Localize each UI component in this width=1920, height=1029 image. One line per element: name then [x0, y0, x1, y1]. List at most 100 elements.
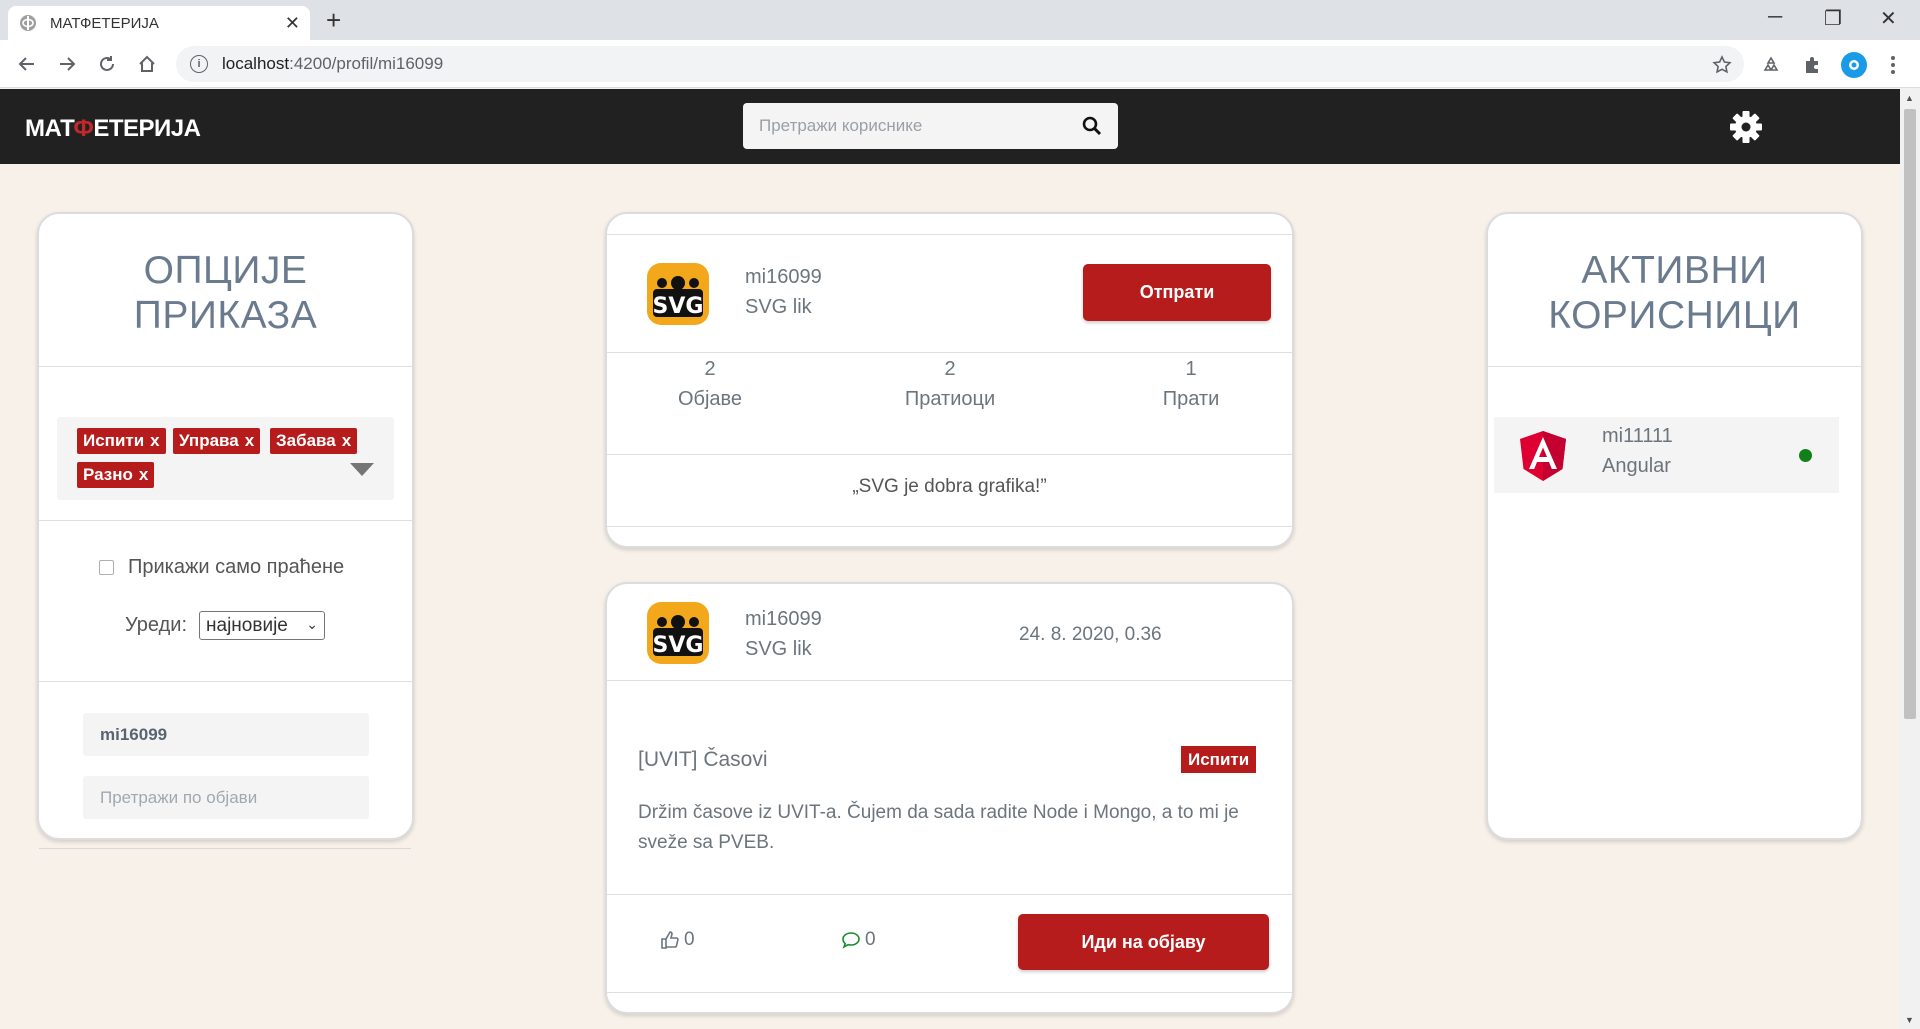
comment-icon: [842, 932, 860, 949]
sort-option: Уреди: најновије ⌄: [125, 611, 326, 640]
address-bar[interactable]: i localhost:4200/profil/mi16099: [176, 46, 1744, 82]
category-chip[interactable]: Испити x: [77, 428, 166, 454]
category-chip-label: Забава: [276, 431, 336, 450]
profile-avatar-label: SVG lik: [745, 296, 812, 318]
category-chip[interactable]: Забава x: [270, 428, 358, 454]
chip-remove-icon[interactable]: x: [139, 465, 148, 485]
user-search-input[interactable]: [759, 116, 1082, 136]
active-users-title-line1: АКТИВНИ: [1581, 249, 1768, 292]
active-users-title: АКТИВНИ КОРИСНИЦИ: [1488, 248, 1861, 338]
post-date: 24. 8. 2020, 0.36: [1019, 624, 1162, 645]
brand-logo[interactable]: МАТФЕТЕРИЈА: [25, 115, 201, 143]
bookmark-star-icon[interactable]: [1711, 54, 1733, 76]
followed-only-checkbox[interactable]: [99, 560, 114, 575]
divider: [1488, 366, 1861, 367]
following-stat[interactable]: 1 Прати: [1131, 354, 1251, 414]
category-chip-label: Управа: [179, 431, 239, 450]
category-chip[interactable]: Управа x: [173, 428, 261, 454]
site-info-icon[interactable]: i: [190, 55, 208, 73]
active-user-label: Angular: [1602, 455, 1671, 477]
back-icon[interactable]: [13, 50, 41, 78]
url-host: localhost: [222, 54, 290, 73]
app-header: МАТФЕТЕРИЈА: [0, 89, 1900, 164]
followers-stat[interactable]: 2 Пратиоци: [890, 354, 1010, 414]
profile-card: SVG mi16099 SVG lik Отпрати 2 Објаве 2 П…: [605, 212, 1294, 548]
divider: [39, 366, 412, 367]
tab-close-icon[interactable]: ✕: [285, 13, 300, 34]
divider: [607, 454, 1292, 455]
user-search-box: [743, 103, 1118, 149]
profile-quote: „SVG je dobra grafika!”: [852, 476, 1047, 497]
posts-stat[interactable]: 2 Објаве: [650, 354, 770, 414]
post-body: Držim časove iz UVIT-a. Čujem da sada ra…: [638, 802, 1239, 853]
restore-icon[interactable]: ❐: [1824, 6, 1842, 31]
profile-avatar-icon[interactable]: [1841, 52, 1867, 78]
open-post-button[interactable]: Иди на објаву: [1018, 914, 1269, 970]
window-close-icon[interactable]: ✕: [1880, 6, 1897, 31]
browser-menu-icon[interactable]: [1882, 54, 1904, 76]
svg-text:SVG: SVG: [653, 294, 704, 319]
home-icon[interactable]: [133, 50, 161, 78]
category-chip-label: Испити: [83, 431, 145, 450]
sort-select[interactable]: најновије ⌄: [199, 611, 326, 640]
following-label: Прати: [1162, 388, 1220, 410]
extensions-puzzle-icon[interactable]: [1801, 54, 1823, 76]
active-users-title-line2: КОРИСНИЦИ: [1548, 294, 1801, 337]
category-chip[interactable]: Разно x: [77, 462, 155, 488]
brand-text-left: МАТ: [25, 115, 74, 142]
browser-tab-bar: МАТФЕТЕРИЈА ✕ + ─ ❐ ✕: [0, 0, 1920, 40]
active-user-item[interactable]: mi11111 Angular: [1494, 417, 1839, 493]
post-author-username[interactable]: mi16099: [745, 608, 822, 631]
divider: [39, 848, 411, 849]
svg-avatar-icon: SVG: [647, 602, 709, 664]
divider: [607, 234, 1292, 235]
recycle-extension-icon[interactable]: [1760, 54, 1782, 76]
following-count: 1: [1185, 358, 1197, 380]
browser-tab[interactable]: МАТФЕТЕРИЈА ✕: [8, 6, 310, 40]
like-button[interactable]: 0: [660, 929, 695, 951]
user-filter-field[interactable]: mi16099: [83, 713, 369, 756]
divider: [607, 680, 1292, 681]
display-options-title: ОПЦИЈЕ ПРИКАЗА: [39, 248, 412, 338]
scrollbar-thumb[interactable]: [1904, 109, 1916, 719]
browser-toolbar: i localhost:4200/profil/mi16099: [0, 40, 1920, 88]
settings-gear-icon[interactable]: [1729, 110, 1763, 144]
brand-text-right: ЕТЕРИЈА: [93, 115, 201, 142]
post-card: SVG mi16099 SVG lik 24. 8. 2020, 0.36 [U…: [605, 582, 1294, 1014]
reload-icon[interactable]: [93, 50, 121, 78]
svg-avatar-icon: SVG: [647, 263, 709, 325]
followed-only-option[interactable]: Прикажи само праћене: [99, 556, 344, 579]
search-icon[interactable]: [1082, 116, 1102, 136]
site-favicon-icon: [20, 15, 36, 31]
page-scrollbar[interactable]: ▲ ▼: [1900, 89, 1920, 1029]
new-tab-icon[interactable]: +: [326, 6, 341, 34]
followed-only-label: Прикажи само праћене: [128, 556, 345, 578]
display-options-title-line2: ПРИКАЗА: [133, 294, 318, 337]
divider: [607, 894, 1292, 895]
posts-count: 2: [704, 358, 716, 380]
post-author-label: SVG lik: [745, 638, 812, 660]
chip-remove-icon[interactable]: x: [342, 431, 351, 451]
brand-text-phi: Ф: [73, 115, 94, 142]
chip-remove-icon[interactable]: x: [245, 431, 254, 451]
forward-icon[interactable]: [53, 50, 81, 78]
divider: [607, 526, 1292, 527]
minimize-icon[interactable]: ─: [1768, 6, 1782, 29]
post-search-field[interactable]: Претражи по објави: [83, 776, 369, 819]
followers-count: 2: [944, 358, 956, 380]
chip-remove-icon[interactable]: x: [150, 431, 159, 451]
scroll-up-icon[interactable]: ▲: [1905, 93, 1914, 103]
active-user-username: mi11111: [1602, 425, 1673, 447]
unfollow-button[interactable]: Отпрати: [1083, 264, 1271, 321]
post-title: [UVIT] Časovi: [638, 748, 768, 771]
comment-button[interactable]: 0: [841, 929, 876, 951]
url-path: :4200/profil/mi16099: [289, 54, 444, 73]
chevron-down-icon[interactable]: [350, 463, 374, 476]
sort-select-value: најновије: [206, 614, 288, 636]
tab-title: МАТФЕТЕРИЈА: [50, 14, 159, 32]
category-multiselect[interactable]: Испити x Управа x Забава x Разно x: [57, 417, 394, 500]
angular-avatar-icon: [1520, 431, 1566, 481]
posts-label: Објаве: [677, 388, 743, 410]
scroll-down-icon[interactable]: ▼: [1905, 1015, 1914, 1025]
divider: [607, 992, 1292, 993]
